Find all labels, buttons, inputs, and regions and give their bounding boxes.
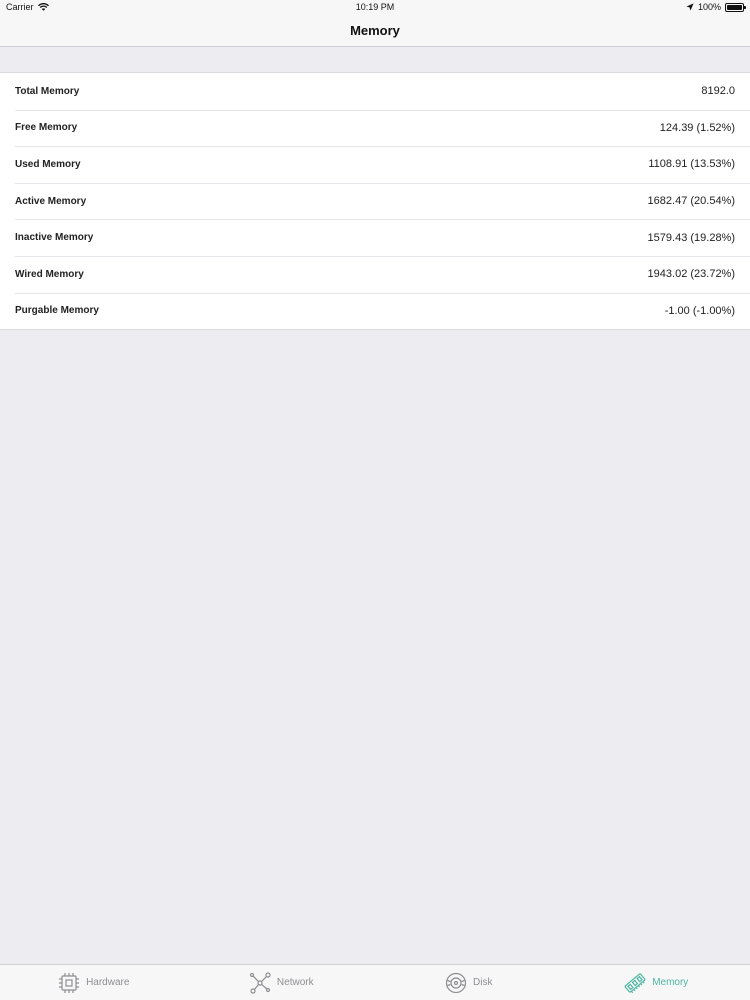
table-row-wired-memory[interactable]: Wired Memory 1943.02 (23.72%) [0,255,750,293]
navigation-bar: Memory [0,14,750,47]
memory-table: Total Memory 8192.0 Free Memory 124.39 (… [0,72,750,331]
table-row-total-memory[interactable]: Total Memory 8192.0 [0,73,750,110]
row-value: 1579.43 (19.28%) [647,231,735,244]
table-row-used-memory[interactable]: Used Memory 1108.91 (13.53%) [0,146,750,183]
table-row-inactive-memory[interactable]: Inactive Memory 1579.43 (19.28%) [0,219,750,256]
tab-label: Network [276,977,314,988]
tab-label: Hardware [86,977,130,988]
row-value: 8192.0 [701,85,735,98]
status-bar: Carrier 10:19 PM 100% [0,0,750,14]
row-value: 124.39 (1.52%) [659,121,735,134]
row-label: Active Memory [15,195,87,207]
tab-hardware[interactable]: Hardware [0,965,188,1000]
disk-icon [445,972,467,994]
row-label: Free Memory [15,122,78,134]
table-row-active-memory[interactable]: Active Memory 1682.47 (20.54%) [0,182,750,220]
table-row-free-memory[interactable]: Free Memory 124.39 (1.52%) [0,109,750,147]
network-icon [249,971,271,994]
status-left: Carrier [6,2,49,12]
battery-fill [727,4,742,10]
row-label: Wired Memory [15,268,84,280]
battery-icon [725,2,746,12]
carrier-label: Carrier [6,2,34,12]
row-value: 1682.47 (20.54%) [647,195,735,208]
tab-memory[interactable]: Memory [563,965,750,1000]
tab-disk[interactable]: Disk [375,965,563,1000]
row-label: Used Memory [15,158,81,170]
tab-bar: Hardware Network Disk Memory [0,964,750,1000]
status-right: 100% [686,2,746,12]
tab-network[interactable]: Network [188,965,376,1000]
row-label: Inactive Memory [15,232,94,244]
memory-icon [624,972,646,994]
location-arrow-icon [686,3,694,11]
row-value: 1943.02 (23.72%) [647,268,735,281]
row-label: Purgable Memory [15,305,99,317]
page-title: Memory [350,22,400,38]
row-value: -1.00 (-1.00%) [664,304,735,317]
chip-icon [58,972,80,994]
table-row-purgable-memory[interactable]: Purgable Memory -1.00 (-1.00%) [0,292,750,330]
tab-label: Disk [473,977,493,988]
tab-label: Memory [652,977,689,988]
battery-percent: 100% [697,2,721,12]
row-value: 1108.91 (13.53%) [648,158,735,171]
status-time: 10:19 PM [355,2,395,12]
wifi-icon [37,3,49,11]
row-label: Total Memory [15,85,80,97]
